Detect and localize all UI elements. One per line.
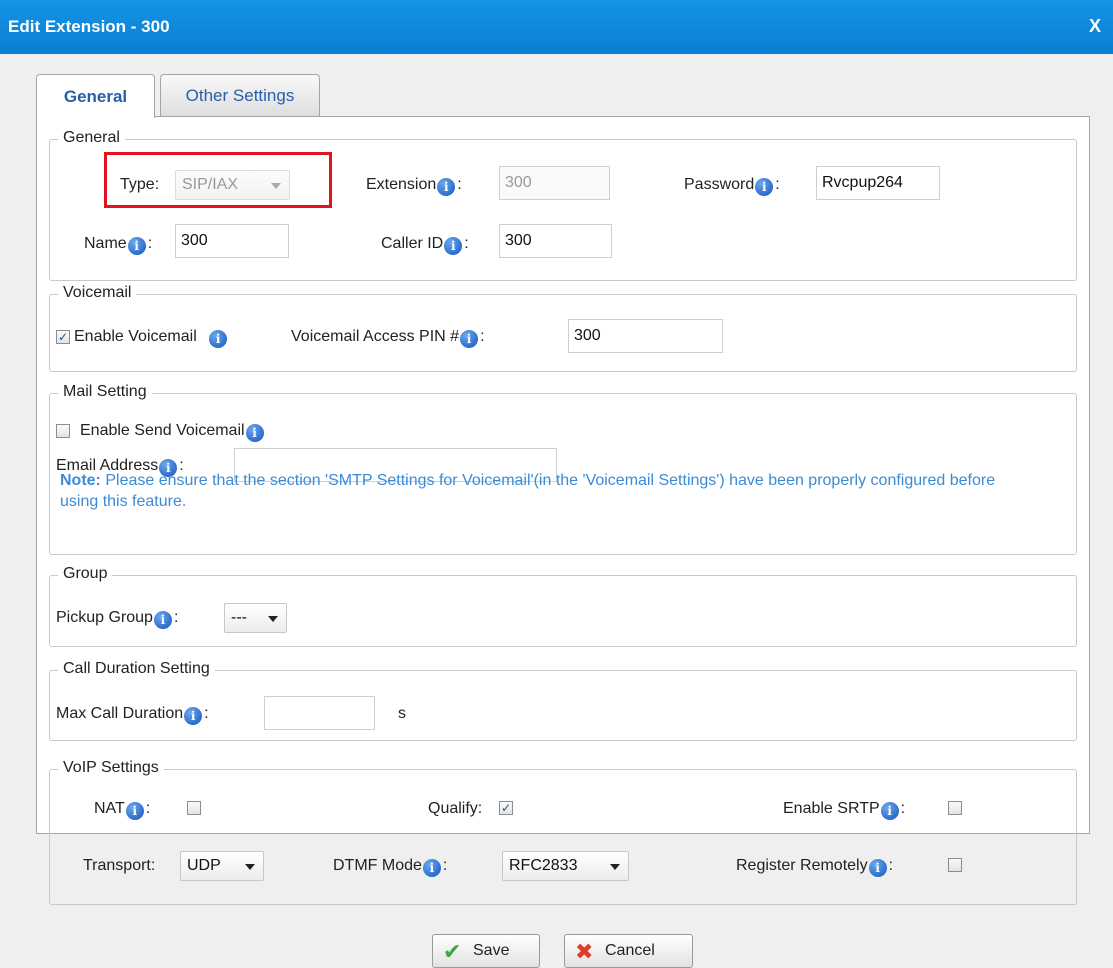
enable-send-voicemail-label: Enable Send Voicemail i	[80, 421, 264, 442]
mail-fieldset: Mail Setting Enable Send Voicemail i Emai…	[49, 383, 1077, 555]
general-legend: General	[58, 129, 125, 147]
nat-label: NAT i:	[94, 800, 151, 820]
enable-srtp-label: Enable SRTP i:	[783, 800, 906, 820]
tab-other-settings[interactable]: Other Settings	[160, 74, 320, 116]
dialog-titlebar: Edit Extension - 300 X	[0, 0, 1113, 54]
callerid-label: Caller ID i:	[381, 235, 469, 255]
info-icon[interactable]: i	[868, 859, 887, 877]
voicemail-legend: Voicemail	[58, 284, 137, 302]
mail-legend: Mail Setting	[58, 383, 152, 401]
enable-voicemail-label: Enable Voicemail i	[74, 327, 228, 348]
info-icon[interactable]: i	[153, 611, 172, 629]
nat-checkbox[interactable]	[187, 801, 201, 815]
cancel-button-label: Cancel	[605, 942, 655, 959]
type-highlight-box	[104, 152, 332, 208]
group-fieldset: Group Pickup Group i: ---	[49, 565, 1077, 647]
info-icon[interactable]: i	[125, 802, 144, 820]
pickup-group-label: Pickup Group i:	[56, 609, 179, 629]
smtp-note: Note: Please ensure that the section 'SM…	[60, 472, 996, 510]
save-button-label: Save	[473, 942, 510, 959]
dtmf-mode-value: RFC2833	[509, 857, 578, 874]
voip-legend: VoIP Settings	[58, 759, 164, 777]
name-input[interactable]: 300	[175, 224, 289, 258]
register-remotely-checkbox[interactable]	[948, 858, 962, 872]
info-icon[interactable]: i	[437, 178, 456, 196]
pin-label: Voicemail Access PIN # i:	[291, 328, 485, 348]
info-icon[interactable]: i	[755, 178, 774, 196]
extension-input[interactable]: 300	[499, 166, 610, 200]
enable-srtp-checkbox[interactable]	[948, 801, 962, 815]
close-icon[interactable]: X	[1089, 16, 1101, 37]
transport-label: Transport:	[83, 857, 156, 874]
group-legend: Group	[58, 565, 113, 583]
max-call-duration-input[interactable]	[264, 696, 375, 730]
cross-icon: ✖	[575, 939, 594, 964]
transport-select[interactable]: UDP	[180, 851, 264, 881]
pickup-group-value: ---	[231, 609, 247, 626]
cancel-button[interactable]: ✖ Cancel	[564, 934, 693, 968]
duration-unit: s	[398, 705, 406, 722]
dtmf-mode-select[interactable]: RFC2833	[502, 851, 629, 881]
voicemail-fieldset: Voicemail ✓ Enable Voicemail i Voicemail…	[49, 284, 1077, 372]
password-input[interactable]: Rvcpup264	[816, 166, 940, 200]
transport-value: UDP	[187, 857, 221, 874]
dtmf-mode-label: DTMF Mode i:	[333, 857, 448, 877]
callerid-input[interactable]: 300	[499, 224, 612, 258]
voip-fieldset: VoIP Settings NAT i: Qualify: ✓ Enable SR…	[49, 759, 1077, 905]
save-button[interactable]: ✔ Save	[432, 934, 540, 968]
info-icon[interactable]: i	[422, 859, 441, 877]
extension-label: Extension i:	[366, 176, 462, 196]
tab-general[interactable]: General	[36, 74, 155, 118]
info-icon[interactable]: i	[184, 707, 203, 725]
info-icon[interactable]: i	[209, 330, 228, 348]
checkmark-icon: ✔	[443, 939, 462, 964]
info-icon[interactable]: i	[245, 424, 264, 442]
dialog-title: Edit Extension - 300	[8, 17, 170, 36]
chevron-down-icon	[245, 864, 255, 870]
settings-panel: General Type: SIP/IAX Extension i: 300 Pa…	[36, 116, 1090, 905]
password-label: Password i:	[684, 176, 780, 196]
info-icon[interactable]: i	[444, 237, 463, 255]
call-duration-legend: Call Duration Setting	[58, 660, 215, 678]
max-call-duration-label: Max Call Duration i:	[56, 705, 209, 725]
qualify-label: Qualify:	[428, 800, 483, 817]
info-icon[interactable]: i	[880, 802, 899, 820]
info-icon[interactable]: i	[127, 237, 146, 255]
pin-input[interactable]: 300	[568, 319, 723, 353]
chevron-down-icon	[610, 864, 620, 870]
qualify-checkbox[interactable]: ✓	[499, 801, 513, 815]
info-icon[interactable]: i	[460, 330, 479, 348]
enable-send-voicemail-checkbox[interactable]	[56, 424, 70, 438]
pickup-group-select[interactable]: ---	[224, 603, 287, 633]
call-duration-fieldset: Call Duration Setting Max Call Duration i…	[49, 660, 1077, 741]
enable-voicemail-checkbox[interactable]: ✓	[56, 330, 70, 344]
chevron-down-icon	[268, 616, 278, 622]
register-remotely-label: Register Remotely i:	[736, 857, 894, 877]
name-label: Name i:	[84, 235, 153, 255]
